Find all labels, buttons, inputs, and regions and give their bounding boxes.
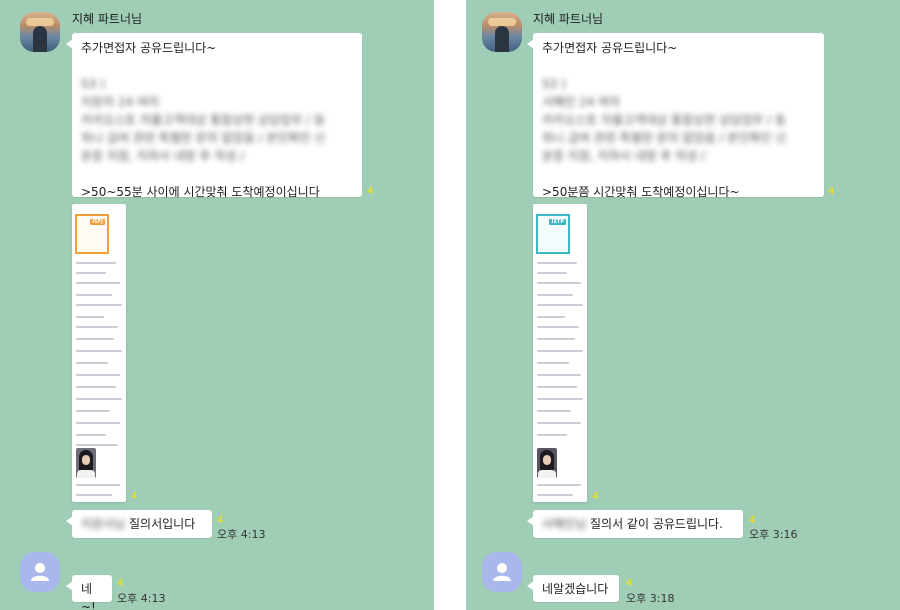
timestamp: 오후 3:16 [749,528,798,541]
unread-count: 4 [131,491,138,502]
reply-bubble[interactable]: 네알겠습니다 [527,575,619,602]
message-text: 추가면접자 공유드립니다~ [81,41,217,55]
message-text: >50~55분 사이에 시간맞춰 도착예정이십니다 [81,185,320,199]
message-text: 네~! [81,582,96,610]
blurred-text: 카카오스토 자율고객대상 통합상현 상담업무 / 동 [542,113,786,127]
chat-panel-right: 지혜 파트너님 추가면접자 공유드립니다~ S3 ) 서혜민 24 여자 카카오… [466,0,900,610]
blurred-text: S3 ) [542,77,566,91]
blurred-text: 위니 급여 관련 특별한 문의 없었음 / 본인확인 신 [81,131,326,145]
unread-count: 4 [217,515,224,526]
unread-count: 4 [592,491,599,502]
sender-name: 지혜 파트너님 [533,12,604,26]
message-text: 네알겠습니다 [542,582,609,596]
default-user-icon[interactable] [482,552,522,592]
divider [434,0,466,610]
unread-count: 4 [117,578,124,589]
unread-count: 4 [626,578,633,589]
message-bubble[interactable]: 추가면접자 공유드립니다~ S3 ) 서혜민 24 여자 카카오스토 자율고객대… [527,33,824,199]
profile-photo-icon[interactable] [20,12,60,52]
message-text: 추가면접자 공유드립니다~ [542,41,678,55]
timestamp: 오후 4:13 [217,528,266,541]
blurred-text: 지원자 24 여자 [81,95,160,109]
applicant-photo [76,448,96,478]
profile-photo-icon[interactable] [482,12,522,52]
chat-panel-left: 지혜 파트너님 추가면접자 공유드립니다~ S3 ) 지원자 24 여자 카카오… [0,0,434,610]
reply-bubble[interactable]: 네~! [66,575,112,610]
blurred-text: 분증 지참, 지하사 내방 후 작성 / [81,149,245,163]
blurred-text: S3 ) [81,77,105,91]
blurred-text: 위니 급여 관련 특별한 문의 없었음 / 본인확인 신 [542,131,787,145]
blurred-name: 지원서님 [81,517,126,531]
blurred-text: 분증 지참, 지하사 내방 후 작성 / [542,149,706,163]
applicant-photo [537,448,557,478]
blurred-name: 서혜민님 [542,517,587,531]
message-bubble[interactable]: 서혜민님 질의서 같이 공유드립니다. [527,510,743,538]
blurred-text: 카카오스토 자율고객대상 통합상현 상담업무 / 동 [81,113,325,127]
mbti-badge: ISTP [549,219,566,225]
mbti-badge: ISFJ [90,219,105,225]
unread-count: 4 [828,186,835,197]
message-text: 질의서입니다 [129,517,196,531]
document-image-thumbnail[interactable]: ISFJ [72,204,126,502]
blurred-text: 서혜민 24 여자 [542,95,621,109]
sender-name: 지혜 파트너님 [72,12,143,26]
unread-count: 4 [367,186,374,197]
mbti-card: ISFJ [75,214,109,254]
message-bubble[interactable]: 추가면접자 공유드립니다~ S3 ) 지원자 24 여자 카카오스토 자율고객대… [66,33,362,199]
message-text: 질의서 같이 공유드립니다. [590,517,723,531]
timestamp: 오후 4:13 [117,592,166,605]
document-image-thumbnail[interactable]: ISTP [533,204,587,502]
message-bubble[interactable]: 지원서님 질의서입니다 [66,510,212,538]
unread-count: 4 [749,515,756,526]
default-user-icon[interactable] [20,552,60,592]
message-text: >50분쯤 시간맞춰 도착예정이십니다~ [542,185,740,199]
mbti-card: ISTP [536,214,570,254]
timestamp: 오후 3:18 [626,592,675,605]
